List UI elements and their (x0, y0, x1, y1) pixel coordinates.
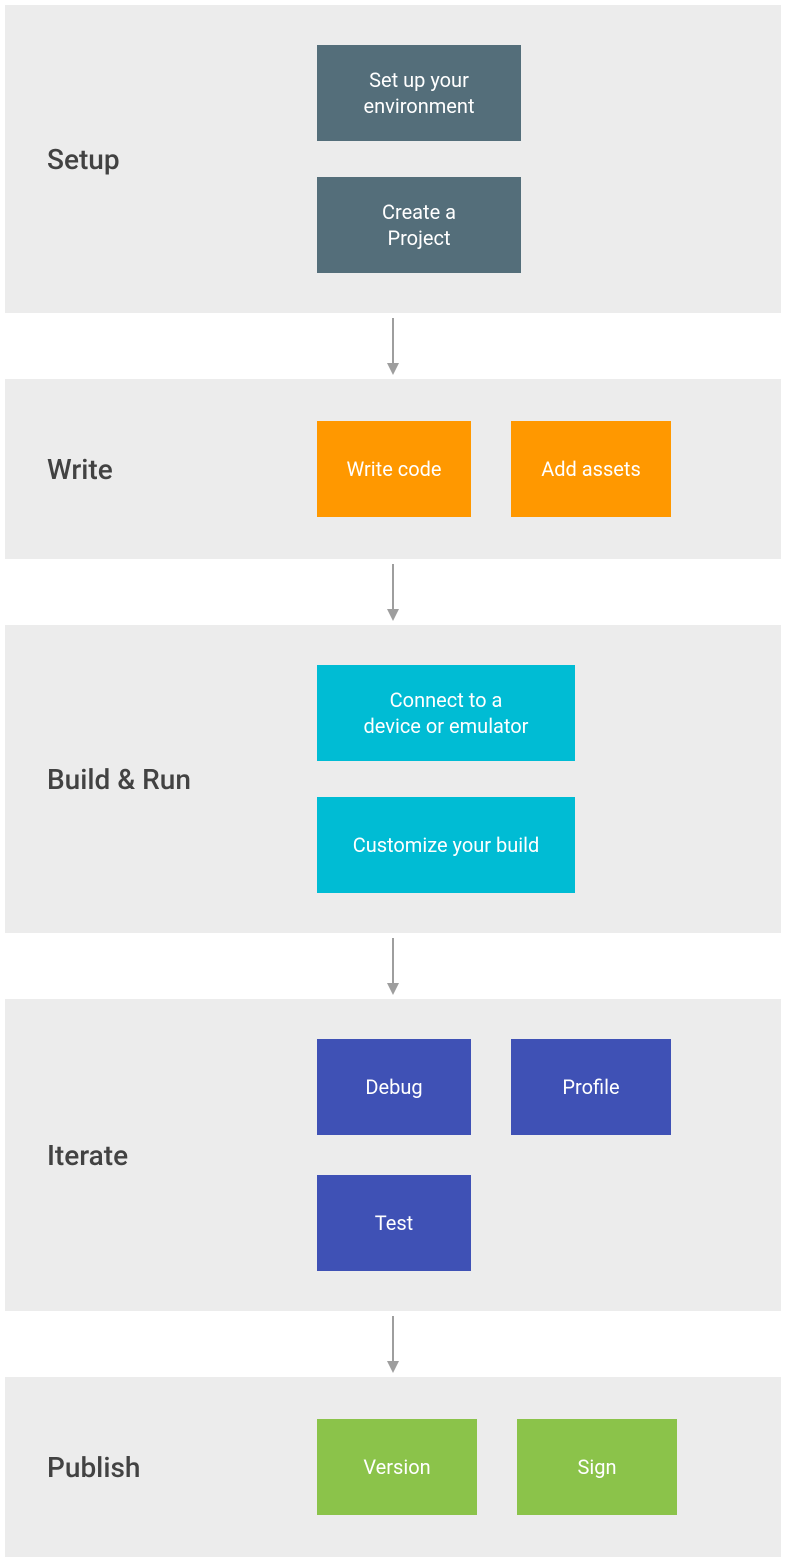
card-group: Debug Profile Test (317, 1039, 717, 1271)
workflow-card[interactable]: Customize your build (317, 797, 575, 893)
card-group: Set up yourenvironment Create aProject (317, 45, 521, 273)
workflow-card[interactable]: Create aProject (317, 177, 521, 273)
workflow-diagram: SetupSet up yourenvironment Create aProje… (5, 5, 781, 1557)
stage-write: WriteWrite code Add assets (5, 379, 781, 559)
stage-label: Publish (47, 1451, 317, 1484)
stage-label: Write (47, 453, 317, 486)
arrow-down-icon (5, 313, 781, 379)
arrow-down-icon (5, 933, 781, 999)
stage-iterate: IterateDebug Profile Test (5, 999, 781, 1311)
workflow-card[interactable]: Profile (511, 1039, 671, 1135)
workflow-card[interactable]: Connect to adevice or emulator (317, 665, 575, 761)
card-group: Write code Add assets (317, 421, 671, 517)
arrow-down-icon (5, 559, 781, 625)
workflow-card[interactable]: Sign (517, 1419, 677, 1515)
workflow-card[interactable]: Version (317, 1419, 477, 1515)
workflow-card[interactable]: Write code (317, 421, 471, 517)
stage-label: Iterate (47, 1139, 317, 1172)
stage-label: Setup (47, 143, 317, 176)
workflow-card[interactable]: Set up yourenvironment (317, 45, 521, 141)
arrow-down-icon (5, 1311, 781, 1377)
stage-label: Build & Run (47, 763, 317, 796)
card-group: Version Sign (317, 1419, 677, 1515)
stage-build-run: Build & RunConnect to adevice or emulato… (5, 625, 781, 933)
workflow-card[interactable]: Add assets (511, 421, 671, 517)
stage-setup: SetupSet up yourenvironment Create aProje… (5, 5, 781, 313)
card-group: Connect to adevice or emulator Customize … (317, 665, 575, 893)
stage-publish: PublishVersion Sign (5, 1377, 781, 1557)
workflow-card[interactable]: Test (317, 1175, 471, 1271)
workflow-card[interactable]: Debug (317, 1039, 471, 1135)
